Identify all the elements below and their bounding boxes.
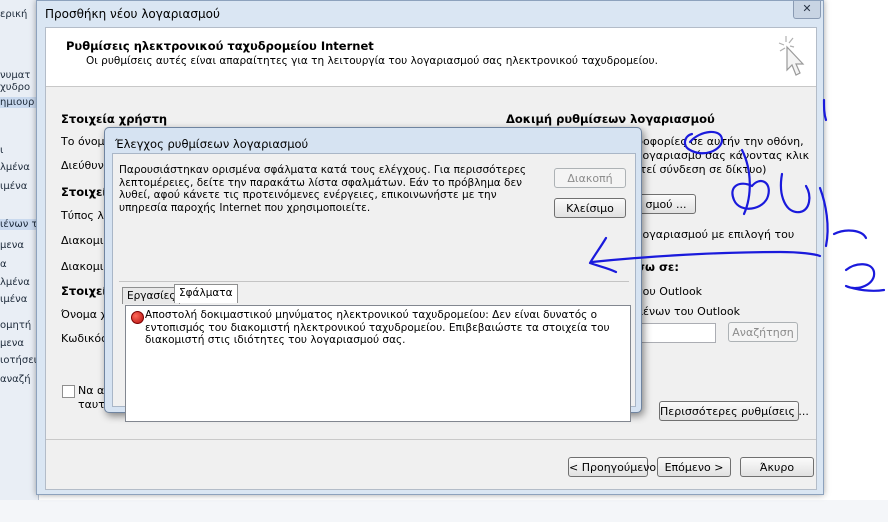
- test-account-settings-button[interactable]: σμού ...: [636, 194, 696, 214]
- background-nav-pane: ερική νυματ χυδρο ημιουρ ι λμένα ιμένα ι…: [0, 0, 39, 522]
- bg-nav-item: ερική: [0, 9, 28, 20]
- bg-nav-item: λμένα: [0, 162, 30, 173]
- incoming-server-label: Διακομισ: [61, 234, 111, 247]
- option-new-data-file[interactable]: του Outlook: [636, 285, 702, 298]
- window-title: Προσθήκη νέου λογαριασμού: [45, 7, 220, 21]
- cancel-button[interactable]: Άκυρο: [740, 457, 814, 477]
- bg-nav-item: λμένα: [0, 277, 30, 288]
- test-description-line1: ροφορίες σε αυτήν την οθόνη,: [636, 135, 804, 148]
- errors-list: Αποστολή δοκιμαστικού μηνύματος ηλεκτρον…: [125, 305, 631, 422]
- stop-button[interactable]: Διακοπή: [554, 168, 626, 188]
- dialog-body: Παρουσιάστηκαν ορισμένα σφάλματα κατά το…: [112, 153, 636, 422]
- test-account-settings-dialog: Έλεγχος ρυθμίσεων λογαριασμού Παρουσιάστ…: [104, 127, 642, 422]
- tab-tasks[interactable]: Εργασίες: [122, 287, 181, 304]
- tab-errors[interactable]: Σφάλματα: [174, 284, 238, 303]
- close-window-button[interactable]: ✕: [793, 1, 821, 19]
- spa-checkbox[interactable]: [62, 385, 75, 398]
- close-dialog-button[interactable]: Κλείσιμο: [554, 198, 626, 218]
- bg-nav-item: ι: [0, 145, 4, 156]
- bg-nav-item: ιμένα: [0, 294, 28, 305]
- bg-nav-item: ημιουρ: [0, 97, 36, 108]
- dialog-title: Έλεγχος ρυθμίσεων λογαριασμού: [115, 137, 309, 151]
- background-status-area: [0, 500, 888, 522]
- footer-divider: [46, 439, 816, 440]
- bg-nav-item: νυματ: [0, 70, 31, 81]
- bg-nav-item: ιοτήσει: [0, 355, 36, 366]
- test-on-next-label: λογαριασμού με επιλογή του: [636, 228, 795, 241]
- header-title: Ρυθμίσεις ηλεκτρονικού ταχυδρομείου Inte…: [66, 39, 374, 53]
- bg-nav-item: ιμένα: [0, 181, 28, 192]
- test-description-line3: ιτεί σύνδεση σε δίκτυο): [636, 163, 767, 176]
- dialog-message: Παρουσιάστηκαν ορισμένα σφάλματα κατά το…: [119, 164, 527, 214]
- name-label: Το όνομ: [61, 135, 105, 148]
- browse-button[interactable]: Αναζήτηση: [728, 322, 798, 342]
- tabs-baseline: [119, 281, 629, 282]
- bg-nav-item: αναζή: [0, 374, 31, 385]
- bg-nav-item: α: [0, 259, 7, 270]
- deliver-to-label: σω σε:: [636, 260, 679, 274]
- test-description-line2: λογαριασμό σας κάνοντας κλικ: [636, 149, 810, 162]
- user-info-section: Στοιχεία χρήστη: [61, 112, 168, 126]
- bg-nav-item: χυδρο: [0, 82, 31, 93]
- data-file-path-input[interactable]: [636, 323, 716, 343]
- background-right-area: [822, 0, 888, 492]
- bg-nav-item: μενα: [0, 240, 24, 251]
- bg-nav-item: μενα: [0, 338, 24, 349]
- option-existing-data-file[interactable]: μένων του Outlook: [636, 305, 740, 318]
- error-icon: [131, 311, 144, 324]
- back-button[interactable]: < Προηγούμενο: [568, 457, 656, 477]
- test-settings-section: Δοκιμή ρυθμίσεων λογαριασμού: [506, 112, 715, 126]
- more-settings-button[interactable]: Περισσότερες ρυθμίσεις ...: [659, 401, 809, 421]
- password-label: Κωδικός: [61, 332, 108, 345]
- header-subtitle: Οι ρυθμίσεις αυτές είναι απαραίτητες για…: [86, 55, 658, 67]
- bg-nav-item: ομητή: [0, 320, 32, 331]
- cursor-sparkle-icon: [778, 36, 805, 76]
- error-message: Αποστολή δοκιμαστικού μηνύματος ηλεκτρον…: [145, 309, 610, 346]
- next-button[interactable]: Επόμενο >: [657, 457, 731, 477]
- bg-nav-item: ιένων τ: [0, 219, 36, 230]
- wizard-header: Ρυθμίσεις ηλεκτρονικού ταχυδρομείου Inte…: [46, 28, 816, 87]
